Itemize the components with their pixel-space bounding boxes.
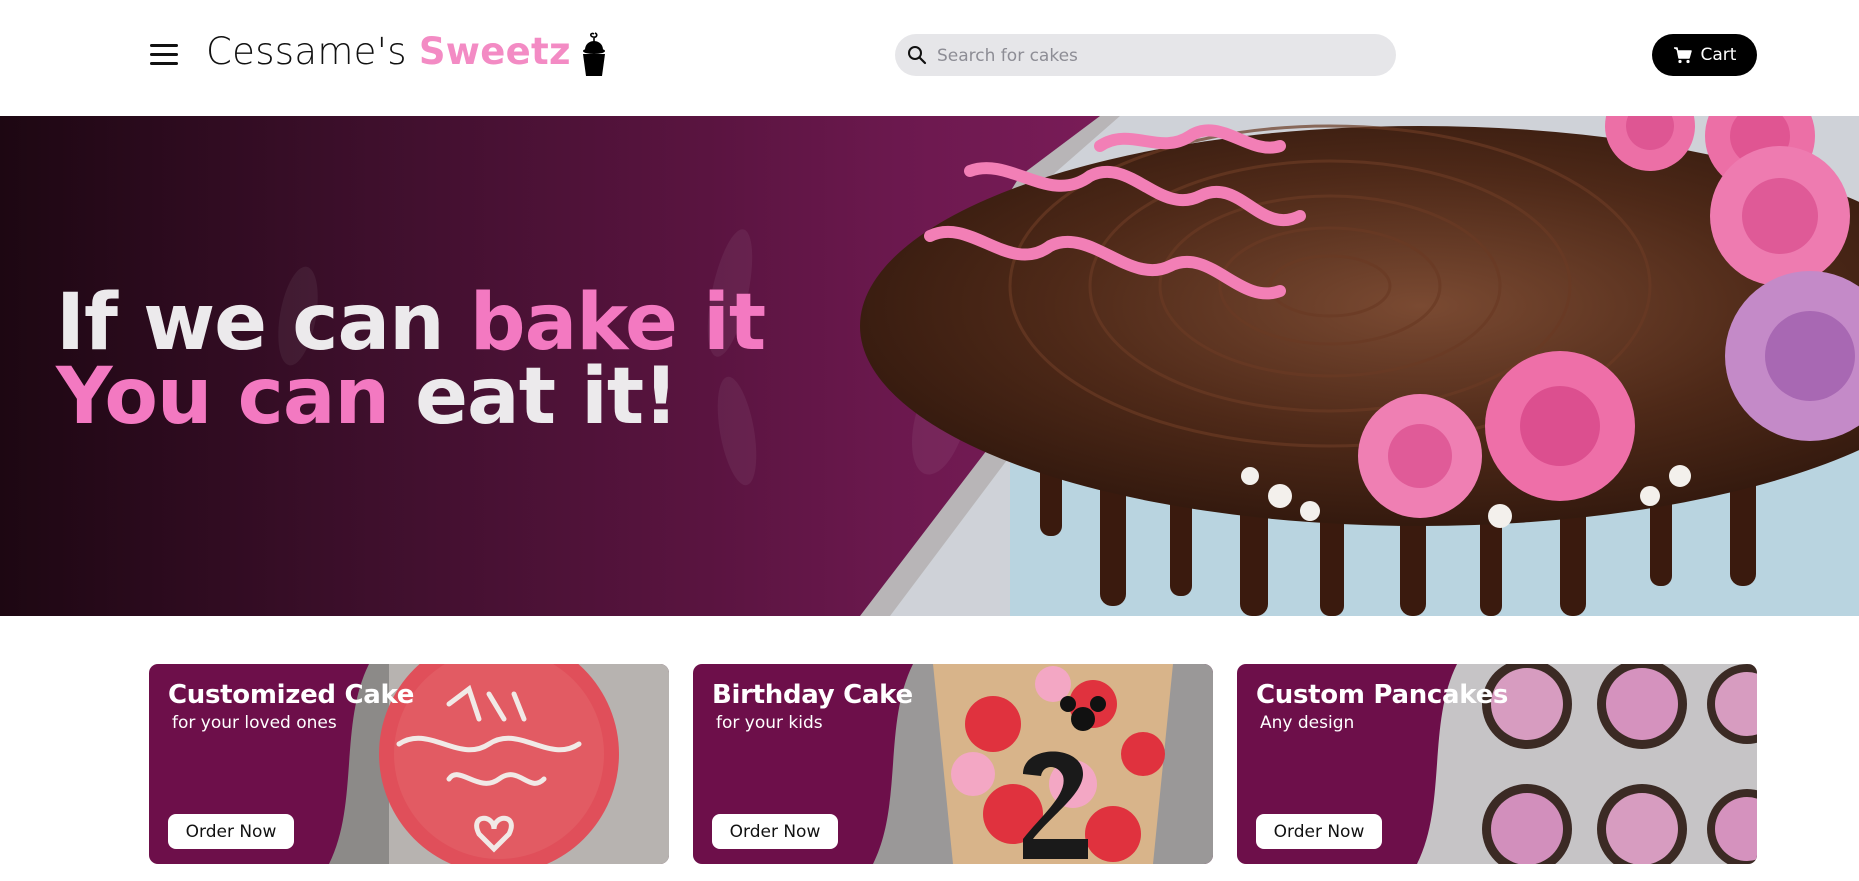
card-title: Customized Cake [168, 680, 415, 710]
cake-image [860, 116, 1859, 616]
birthday-cake-image [873, 664, 1213, 864]
order-now-button[interactable]: Order Now [1256, 814, 1382, 849]
search-bar[interactable] [895, 34, 1396, 78]
site-header: Cessame's Sweetz Cart [0, 0, 1859, 116]
cart-label: Cart [1700, 45, 1737, 65]
hero-headline: If we can bake it You can eat it! [56, 284, 766, 436]
cupcake-icon [583, 32, 605, 76]
search-input[interactable] [935, 34, 1379, 78]
cart-button[interactable]: Cart [1652, 34, 1757, 76]
hero-banner: If we can bake it You can eat it! [0, 116, 1859, 616]
hero-line-2: You can eat it! [56, 358, 765, 436]
menu-icon[interactable] [150, 44, 178, 66]
brand-name: Cessame's [206, 30, 419, 73]
card-subtitle: for your kids [716, 713, 823, 733]
category-card-customized-cake[interactable]: Customized Cake for your loved ones Orde… [149, 664, 669, 864]
hero-line-1: If we can bake it [56, 284, 766, 362]
card-title: Custom Pancakes [1256, 680, 1509, 710]
brand-name-accent: Sweetz [418, 30, 571, 73]
card-subtitle: for your loved ones [172, 713, 337, 733]
card-title: Birthday Cake [712, 680, 913, 710]
brand-logo[interactable]: Cessame's Sweetz [206, 30, 571, 73]
order-now-button[interactable]: Order Now [712, 814, 838, 849]
hero-line-2-pink: You can [56, 352, 416, 442]
search-icon [908, 46, 927, 65]
card-subtitle: Any design [1260, 713, 1355, 733]
category-card-birthday-cake[interactable]: Birthday Cake for your kids Order Now [693, 664, 1213, 864]
cart-icon [1673, 47, 1692, 64]
order-now-button[interactable]: Order Now [168, 814, 294, 849]
hero-line-2-white: eat it! [415, 352, 679, 442]
category-card-custom-pancakes[interactable]: Custom Pancakes Any design Order Now [1237, 664, 1757, 864]
